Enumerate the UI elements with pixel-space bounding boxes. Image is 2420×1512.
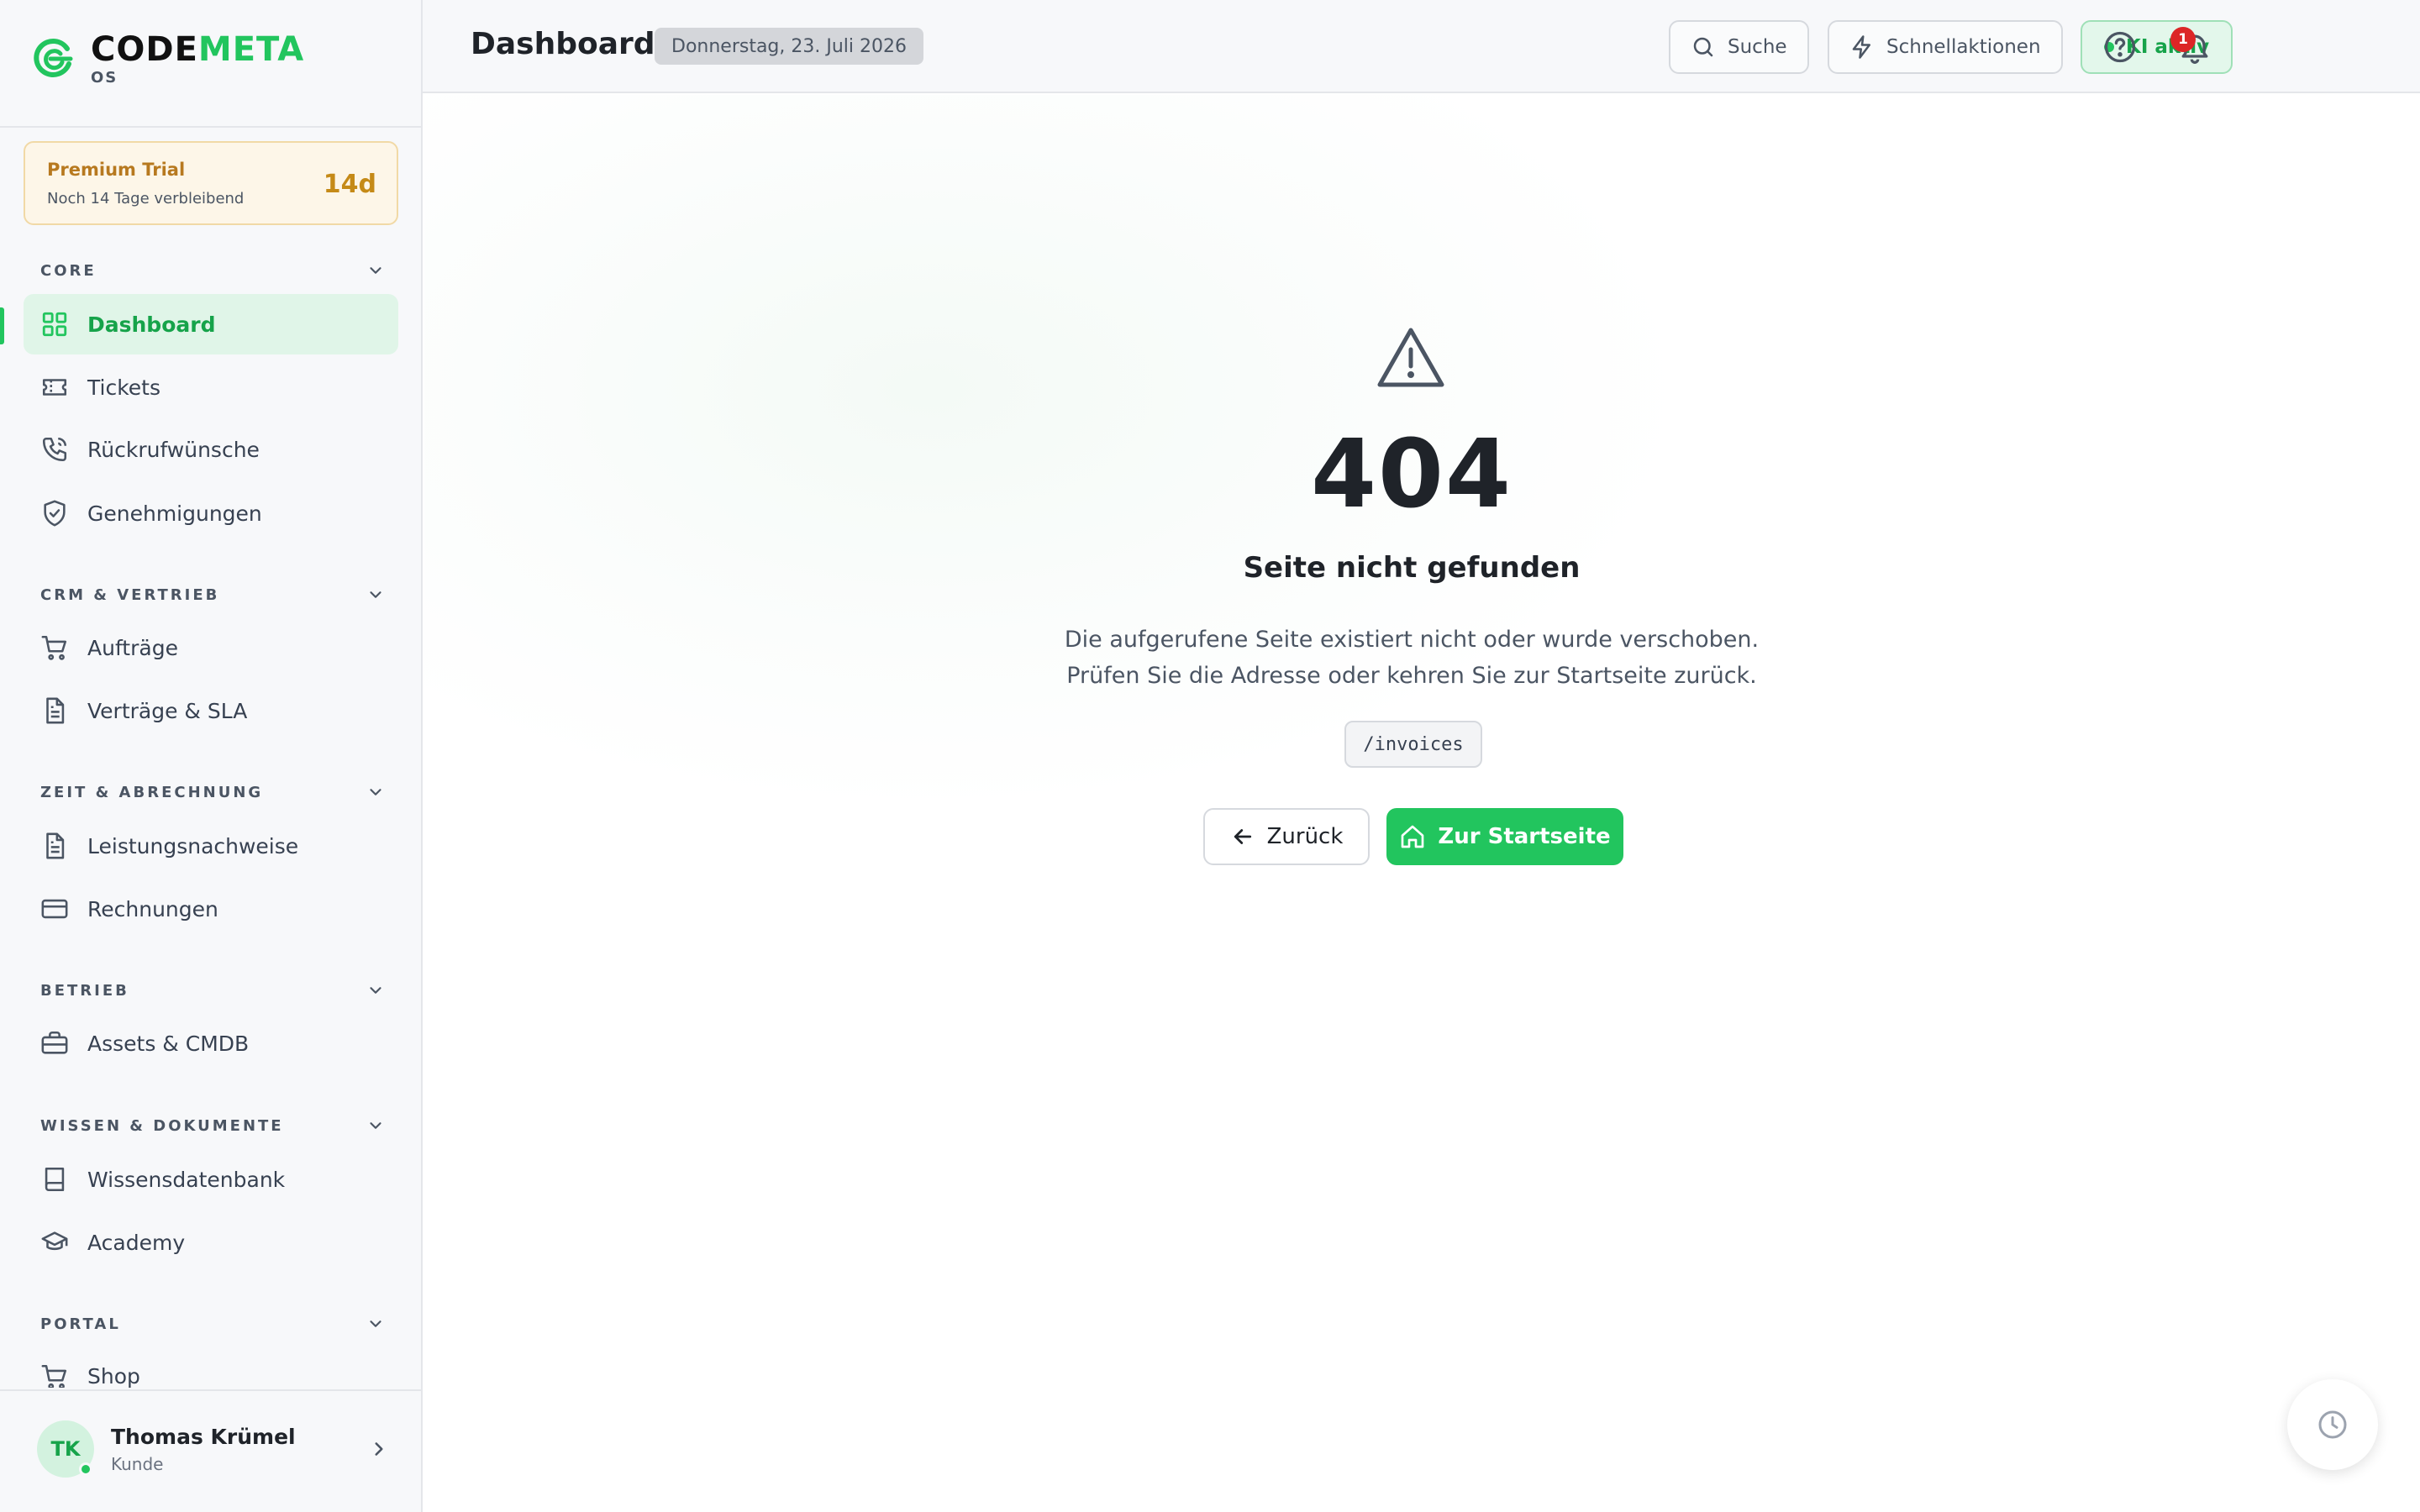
date-badge: Donnerstag, 23. Juli 2026 bbox=[655, 28, 924, 65]
requested-path: /invoices bbox=[1344, 721, 1482, 768]
premium-trial-card[interactable]: Premium Trial Noch 14 Tage verbleibend 1… bbox=[24, 141, 398, 225]
user-profile[interactable]: TK Thomas Krümel Kunde bbox=[37, 1420, 390, 1478]
sidebar-item-vertraege-sla[interactable]: Verträge & SLA bbox=[24, 680, 398, 741]
online-status-dot bbox=[79, 1462, 92, 1476]
trial-title: Premium Trial bbox=[47, 160, 186, 180]
active-indicator bbox=[0, 307, 4, 344]
chevron-down-icon bbox=[370, 987, 381, 994]
error-code: 404 bbox=[1311, 420, 1512, 529]
sidebar-item-rechnungen[interactable]: Rechnungen bbox=[24, 879, 398, 939]
brand-name: CODEMETA bbox=[91, 29, 305, 69]
section-label: WISSEN & DOKUMENTE bbox=[40, 1116, 284, 1135]
brand-subtitle: OS bbox=[91, 68, 118, 87]
book-icon bbox=[45, 1167, 65, 1192]
ticket-icon bbox=[42, 379, 67, 396]
section-crm-vertrieb[interactable]: CRM & VERTRIEB bbox=[40, 582, 385, 607]
warning-triangle-icon bbox=[1377, 328, 1444, 387]
sidebar-item-label: Assets & CMDB bbox=[87, 1031, 250, 1056]
section-portal[interactable]: PORTAL bbox=[40, 1311, 385, 1336]
error-title: Seite nicht gefunden bbox=[1243, 551, 1581, 585]
quick-actions-label: Schnellaktionen bbox=[1886, 36, 2041, 58]
home-icon bbox=[1402, 825, 1424, 848]
sidebar-item-label: Dashboard bbox=[87, 312, 216, 337]
trial-subtitle: Noch 14 Tage verbleibend bbox=[47, 190, 245, 207]
sidebar-item-leistungsnachweise[interactable]: Leistungsnachweise bbox=[24, 816, 398, 876]
sidebar-item-wissensdatenbank[interactable]: Wissensdatenbank bbox=[24, 1149, 398, 1210]
brand-logo[interactable]: CODEMETA OS bbox=[30, 25, 304, 92]
logo-icon bbox=[34, 39, 73, 77]
sidebar-item-label: Academy bbox=[87, 1230, 186, 1255]
home-label: Zur Startseite bbox=[1438, 824, 1611, 849]
error-description: Die aufgerufene Seite existiert nicht od… bbox=[1064, 627, 1760, 689]
home-button[interactable]: Zur Startseite bbox=[1386, 808, 1623, 865]
sidebar-item-label: Rückrufwünsche bbox=[87, 437, 260, 462]
section-zeit-abrechnung[interactable]: ZEIT & ABRECHNUNG bbox=[40, 780, 385, 805]
chevron-right-icon bbox=[375, 1442, 383, 1456]
document-icon bbox=[46, 832, 65, 859]
sidebar-item-shop[interactable]: Shop bbox=[24, 1347, 398, 1388]
sidebar-item-rueckrufwuensche[interactable]: Rückrufwünsche bbox=[24, 419, 398, 480]
document-icon bbox=[46, 697, 65, 724]
cart-icon bbox=[41, 1364, 67, 1388]
section-core[interactable]: CORE bbox=[40, 258, 385, 283]
chevron-down-icon bbox=[370, 1122, 381, 1129]
divider bbox=[0, 126, 423, 128]
back-label: Zurück bbox=[1266, 824, 1344, 849]
briefcase-icon bbox=[41, 1031, 68, 1054]
chevron-down-icon bbox=[370, 591, 381, 598]
graduation-cap-icon bbox=[41, 1231, 68, 1251]
sidebar-item-label: Leistungsnachweise bbox=[87, 833, 299, 858]
credit-card-icon bbox=[41, 899, 68, 919]
arrow-left-icon bbox=[1234, 829, 1251, 844]
chevron-down-icon bbox=[370, 789, 381, 795]
section-label: CRM & VERTRIEB bbox=[40, 585, 220, 604]
shield-check-icon bbox=[44, 500, 66, 527]
sidebar-item-assets-cmdb[interactable]: Assets & CMDB bbox=[24, 1013, 398, 1074]
help-icon[interactable] bbox=[2102, 29, 2139, 66]
sidebar-item-label: Rechnungen bbox=[87, 896, 218, 921]
sidebar-item-academy[interactable]: Academy bbox=[24, 1212, 398, 1273]
sidebar-item-dashboard[interactable]: Dashboard bbox=[24, 294, 398, 354]
phone-icon bbox=[42, 437, 67, 462]
sidebar-item-label: Wissensdatenbank bbox=[87, 1167, 286, 1192]
section-label: CORE bbox=[40, 261, 97, 280]
top-header: Dashboard Donnerstag, 23. Juli 2026 Such… bbox=[423, 0, 2420, 93]
main-content bbox=[424, 95, 2420, 1512]
avatar: TK bbox=[37, 1420, 94, 1478]
sidebar-item-tickets[interactable]: Tickets bbox=[24, 357, 398, 417]
sidebar-item-label: Shop bbox=[87, 1364, 140, 1388]
user-role: Kunde bbox=[111, 1453, 164, 1474]
sidebar-item-label: Genehmigungen bbox=[87, 501, 262, 526]
section-label: PORTAL bbox=[40, 1315, 121, 1333]
user-name: Thomas Krümel bbox=[111, 1424, 296, 1449]
trial-days-remaining: 14d bbox=[323, 170, 376, 199]
notification-badge: 1 bbox=[2170, 27, 2196, 52]
sidebar: CODEMETA OS Premium Trial Noch 14 Tage v… bbox=[0, 0, 423, 1512]
section-label: ZEIT & ABRECHNUNG bbox=[40, 783, 264, 801]
sidebar-item-label: Aufträge bbox=[87, 635, 178, 660]
history-button[interactable] bbox=[2287, 1379, 2378, 1470]
clock-icon bbox=[2318, 1410, 2347, 1439]
back-button[interactable]: Zurück bbox=[1203, 808, 1370, 865]
quick-actions-button[interactable]: Schnellaktionen bbox=[1828, 20, 2063, 74]
grid-icon bbox=[42, 312, 67, 337]
page-title: Dashboard bbox=[471, 27, 655, 61]
search-button[interactable]: Suche bbox=[1669, 20, 1809, 74]
chevron-down-icon bbox=[370, 1320, 381, 1327]
sidebar-item-auftraege[interactable]: Aufträge bbox=[24, 617, 398, 678]
lightning-icon bbox=[1852, 35, 1870, 59]
sidebar-item-genehmigungen[interactable]: Genehmigungen bbox=[24, 483, 398, 543]
sidebar-item-label: Tickets bbox=[87, 375, 160, 400]
search-icon bbox=[1693, 37, 1713, 57]
section-wissen-dokumente[interactable]: WISSEN & DOKUMENTE bbox=[40, 1113, 385, 1138]
sidebar-item-label: Verträge & SLA bbox=[87, 698, 248, 723]
divider bbox=[0, 1389, 423, 1391]
cart-icon bbox=[41, 635, 67, 660]
section-betrieb[interactable]: BETRIEB bbox=[40, 978, 385, 1003]
section-label: BETRIEB bbox=[40, 981, 129, 1000]
search-label: Suche bbox=[1728, 36, 1787, 58]
chevron-down-icon bbox=[370, 267, 381, 274]
